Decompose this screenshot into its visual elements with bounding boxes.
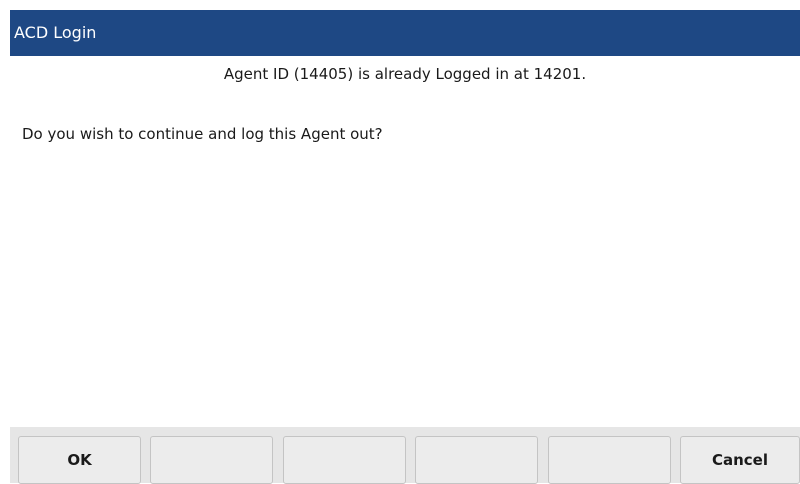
softkey-bar: OK Cancel	[10, 427, 800, 484]
softkey-3[interactable]	[283, 436, 406, 484]
softkey-2[interactable]	[150, 436, 273, 484]
cancel-softkey[interactable]: Cancel	[680, 436, 800, 484]
softkey-4[interactable]	[415, 436, 538, 484]
logged-in-message: Agent ID (14405) is already Logged in at…	[223, 65, 587, 83]
dialog-title: ACD Login	[10, 10, 800, 56]
softkey-5[interactable]	[548, 436, 671, 484]
ok-softkey[interactable]: OK	[18, 436, 141, 484]
confirm-prompt: Do you wish to continue and log this Age…	[22, 125, 383, 143]
